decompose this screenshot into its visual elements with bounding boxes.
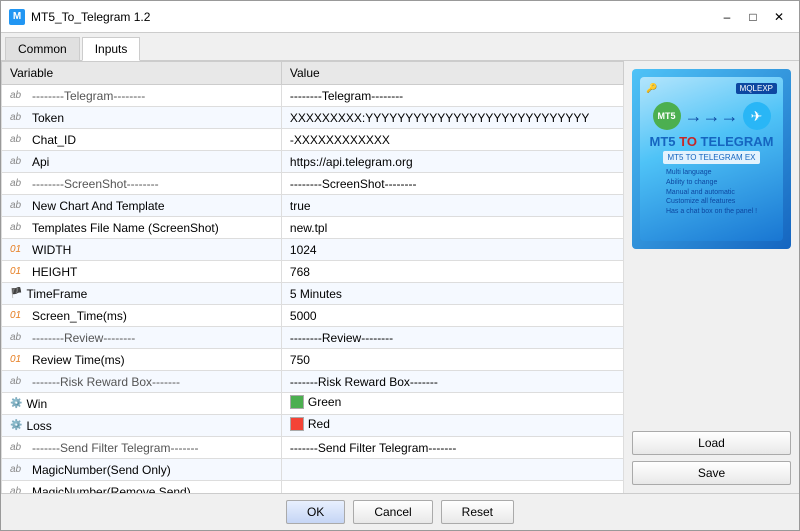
save-button[interactable]: Save — [632, 461, 791, 485]
value-cell: true — [281, 195, 623, 217]
variable-cell: abToken — [2, 107, 282, 129]
variable-cell: abMagicNumber(Remove Send) — [2, 481, 282, 494]
table-row: abNew Chart And Templatetrue — [2, 195, 624, 217]
maximize-button[interactable]: □ — [741, 7, 765, 27]
value-cell: 5 Minutes — [281, 283, 623, 305]
variable-cell: abNew Chart And Template — [2, 195, 282, 217]
table-row: abMagicNumber(Send Only) — [2, 459, 624, 481]
parameters-table-area[interactable]: Variable Value ab--------Telegram-------… — [1, 61, 624, 493]
value-cell: -XXXXXXXXXXXX — [281, 129, 623, 151]
table-row: ab--------ScreenShot----------------Scre… — [2, 173, 624, 195]
parameters-table: Variable Value ab--------Telegram-------… — [1, 61, 624, 493]
tab-bar: Common Inputs — [1, 33, 799, 61]
variable-cell: ⚙️Win — [2, 393, 282, 415]
table-row: 01WIDTH1024 — [2, 239, 624, 261]
variable-cell: 01WIDTH — [2, 239, 282, 261]
table-row: ⚙️WinGreen — [2, 393, 624, 415]
window-icon: M — [9, 9, 25, 25]
close-button[interactable]: ✕ — [767, 7, 791, 27]
footer: OK Cancel Reset — [1, 493, 799, 530]
value-cell — [281, 459, 623, 481]
value-cell: https://api.telegram.org — [281, 151, 623, 173]
variable-cell: 01Screen_Time(ms) — [2, 305, 282, 327]
table-row: 01Review Time(ms)750 — [2, 349, 624, 371]
value-cell: Red — [281, 415, 623, 437]
product-logo-row: 🔑 MQLEXP — [646, 83, 777, 94]
sidebar-buttons: Load Save — [632, 431, 791, 485]
table-row: 🏴TimeFrame5 Minutes — [2, 283, 624, 305]
variable-cell: 01HEIGHT — [2, 261, 282, 283]
value-cell: 750 — [281, 349, 623, 371]
value-cell: XXXXXXXXX:YYYYYYYYYYYYYYYYYYYYYYYYYYYY — [281, 107, 623, 129]
sidebar: 🔑 MQLEXP MT5 →→→ ✈ MT5 TO TELEGRAM MT5 T… — [624, 61, 799, 493]
value-cell: -------Risk Reward Box------- — [281, 371, 623, 393]
value-cell: --------Review-------- — [281, 327, 623, 349]
variable-cell: 01Review Time(ms) — [2, 349, 282, 371]
table-row: ab-------Send Filter Telegram-----------… — [2, 437, 624, 459]
variable-cell: ab--------Review-------- — [2, 327, 282, 349]
minimize-button[interactable]: – — [715, 7, 739, 27]
mt5-icon: MT5 — [653, 102, 681, 130]
product-features: Multi language Ability to change Manual … — [666, 168, 757, 217]
table-row: ab-------Risk Reward Box--------------Ri… — [2, 371, 624, 393]
table-row: ab--------Review----------------Review--… — [2, 327, 624, 349]
tab-common[interactable]: Common — [5, 37, 80, 60]
variable-cell: abChat_ID — [2, 129, 282, 151]
load-button[interactable]: Load — [632, 431, 791, 455]
product-subtitle: MT5 TO TELEGRAM EX — [663, 151, 759, 164]
tab-inputs[interactable]: Inputs — [82, 37, 141, 61]
table-row: abTokenXXXXXXXXX:YYYYYYYYYYYYYYYYYYYYYYY… — [2, 107, 624, 129]
table-row: 01HEIGHT768 — [2, 261, 624, 283]
product-title: MT5 TO TELEGRAM — [649, 134, 773, 149]
value-cell: -------Send Filter Telegram------- — [281, 437, 623, 459]
table-row: ab--------Telegram----------------Telegr… — [2, 85, 624, 107]
reset-button[interactable]: Reset — [441, 500, 514, 524]
variable-cell: abMagicNumber(Send Only) — [2, 459, 282, 481]
table-row: 01Screen_Time(ms)5000 — [2, 305, 624, 327]
product-box-inner: 🔑 MQLEXP MT5 →→→ ✈ MT5 TO TELEGRAM MT5 T… — [640, 77, 783, 241]
variable-cell: ⚙️Loss — [2, 415, 282, 437]
title-bar: M MT5_To_Telegram 1.2 – □ ✕ — [1, 1, 799, 33]
value-cell: new.tpl — [281, 217, 623, 239]
value-cell: Green — [281, 393, 623, 415]
table-row: abMagicNumber(Remove Send) — [2, 481, 624, 494]
variable-cell: ab-------Risk Reward Box------- — [2, 371, 282, 393]
table-row: abApihttps://api.telegram.org — [2, 151, 624, 173]
value-cell: --------Telegram-------- — [281, 85, 623, 107]
value-cell — [281, 481, 623, 494]
telegram-icon: ✈ — [743, 102, 771, 130]
value-cell: 1024 — [281, 239, 623, 261]
variable-cell: abApi — [2, 151, 282, 173]
variable-cell: abTemplates File Name (ScreenShot) — [2, 217, 282, 239]
variable-cell: 🏴TimeFrame — [2, 283, 282, 305]
variable-cell: ab--------ScreenShot-------- — [2, 173, 282, 195]
cancel-button[interactable]: Cancel — [353, 500, 432, 524]
table-row: ⚙️LossRed — [2, 415, 624, 437]
window-controls: – □ ✕ — [715, 7, 791, 27]
col-value: Value — [281, 62, 623, 85]
ok-button[interactable]: OK — [286, 500, 345, 524]
value-cell: --------ScreenShot-------- — [281, 173, 623, 195]
main-window: M MT5_To_Telegram 1.2 – □ ✕ Common Input… — [0, 0, 800, 531]
table-row: abChat_ID-XXXXXXXXXXXX — [2, 129, 624, 151]
variable-cell: ab-------Send Filter Telegram------- — [2, 437, 282, 459]
product-logo: 🔑 — [646, 83, 657, 94]
window-title: MT5_To_Telegram 1.2 — [31, 10, 150, 24]
table-row: abTemplates File Name (ScreenShot)new.tp… — [2, 217, 624, 239]
col-variable: Variable — [2, 62, 282, 85]
value-cell: 5000 — [281, 305, 623, 327]
value-cell: 768 — [281, 261, 623, 283]
product-box: 🔑 MQLEXP MT5 →→→ ✈ MT5 TO TELEGRAM MT5 T… — [632, 69, 791, 249]
variable-cell: ab--------Telegram-------- — [2, 85, 282, 107]
arrow-icon: →→→ — [685, 106, 739, 127]
mqlexp-badge: MQLEXP — [736, 83, 777, 94]
title-bar-left: M MT5_To_Telegram 1.2 — [9, 9, 150, 25]
arrow-row: MT5 →→→ ✈ — [646, 102, 777, 130]
main-content: Variable Value ab--------Telegram-------… — [1, 61, 799, 493]
